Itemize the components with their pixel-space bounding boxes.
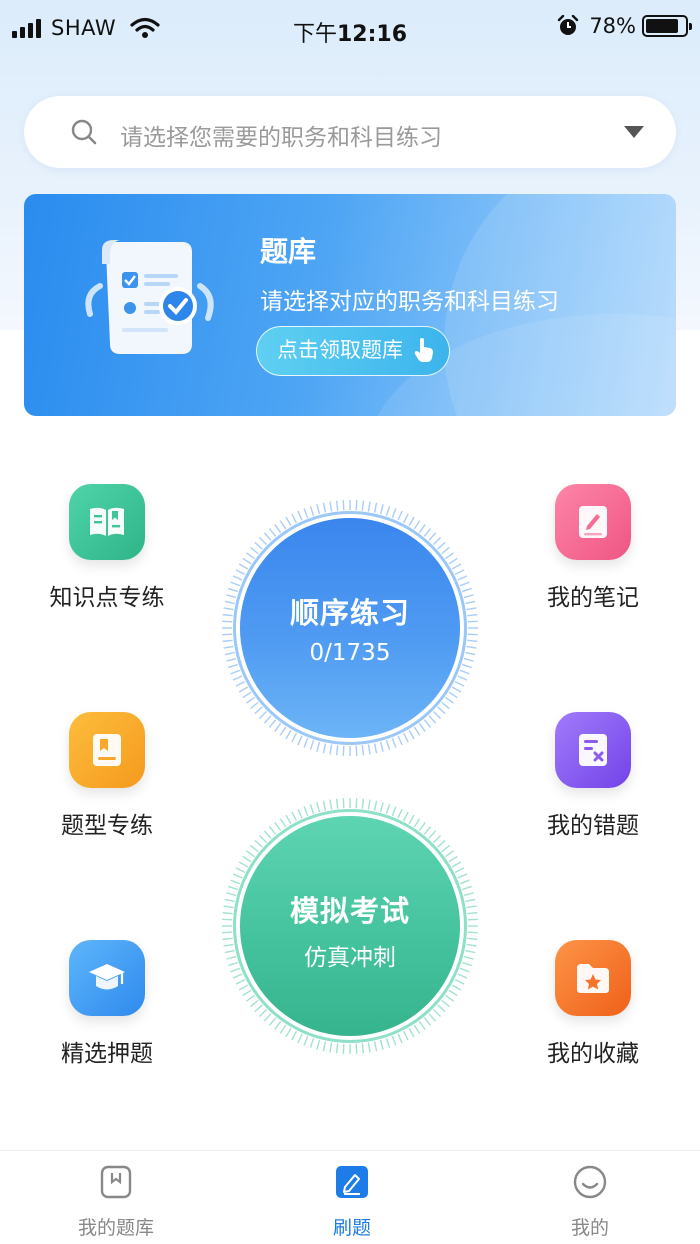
selected-questions[interactable]: 精选押题	[32, 940, 182, 1068]
favorites-label: 我的收藏	[547, 1041, 639, 1067]
triangle-down-icon[interactable]	[624, 126, 644, 138]
question-type-label: 题型专练	[61, 813, 153, 839]
question-bank-banner[interactable]: 题库 请选择对应的职务和科目练习 点击领取题库	[24, 194, 676, 416]
selected-tile	[69, 940, 145, 1016]
claim-bank-label: 点击领取题库	[277, 338, 403, 362]
hand-pointer-icon	[414, 338, 433, 362]
sequential-practice[interactable]: 顺序练习 0/1735	[220, 498, 480, 758]
checklist-scroll-icon	[85, 240, 214, 354]
mock-exam-title: 模拟考试	[289, 894, 410, 928]
sequential-progress: 0/1735	[309, 640, 391, 666]
status-right: 78%	[557, 14, 692, 38]
claim-bank-button[interactable]: 点击领取题库	[256, 326, 450, 376]
time-prefix: 下午	[292, 22, 337, 47]
tab-mine-label: 我的	[570, 1217, 609, 1239]
sequential-title: 顺序练习	[289, 596, 410, 630]
alarm-icon	[558, 15, 579, 35]
tab-practice[interactable]: 刷题	[252, 1165, 452, 1240]
tab-practice-label: 刷题	[332, 1217, 371, 1239]
edit-icon	[335, 1165, 369, 1199]
error-card-icon	[579, 734, 607, 766]
mock-exam[interactable]: 模拟考试 仿真冲刺	[220, 796, 480, 1056]
search-placeholder: 请选择您需要的职务和科目练习	[120, 125, 442, 151]
tab-my-bank-label: 我的题库	[77, 1217, 154, 1239]
notebook-pen-icon	[579, 506, 607, 538]
tab-mine[interactable]: 我的	[490, 1165, 690, 1240]
bottom-tab-bar: 我的题库 刷题 我的	[0, 1150, 700, 1244]
notes-tile	[555, 484, 631, 560]
selected-label: 精选押题	[61, 1041, 153, 1067]
book-icon	[90, 507, 124, 536]
battery-icon	[642, 15, 692, 37]
banner-title: 题库	[260, 230, 331, 270]
status-bar: SHAW 下午12:16 78%	[0, 0, 700, 60]
bookmark-icon	[99, 1165, 133, 1199]
smile-icon	[573, 1165, 607, 1199]
knowledge-label: 知识点专练	[49, 585, 165, 611]
knowledge-practice[interactable]: 知识点专练	[32, 484, 182, 612]
my-favorites[interactable]: 我的收藏	[518, 940, 668, 1068]
banner-subtitle: 请选择对应的职务和科目练习	[260, 289, 559, 315]
tab-my-bank[interactable]: 我的题库	[16, 1165, 216, 1240]
question-type-practice[interactable]: 题型专练	[32, 712, 182, 840]
graduation-cap-icon	[89, 964, 125, 990]
mistakes-tile	[555, 712, 631, 788]
bookmark-book-icon	[93, 734, 121, 766]
knowledge-tile	[69, 484, 145, 560]
battery-percent: 78%	[589, 14, 636, 38]
question-type-tile	[69, 712, 145, 788]
sequential-circle: 顺序练习 0/1735	[240, 518, 460, 738]
search-bar[interactable]: 请选择您需要的职务和科目练习	[24, 96, 676, 168]
my-mistakes[interactable]: 我的错题	[518, 712, 668, 840]
search-icon	[71, 119, 97, 145]
my-notes[interactable]: 我的笔记	[518, 484, 668, 612]
notes-label: 我的笔记	[547, 585, 639, 611]
time-value: 12:16	[336, 22, 408, 47]
mock-exam-circle: 模拟考试 仿真冲刺	[240, 816, 460, 1036]
star-folder-icon	[577, 964, 609, 993]
mock-exam-subtitle: 仿真冲刺	[304, 945, 396, 971]
mistakes-label: 我的错题	[547, 813, 639, 839]
favorites-tile	[555, 940, 631, 1016]
